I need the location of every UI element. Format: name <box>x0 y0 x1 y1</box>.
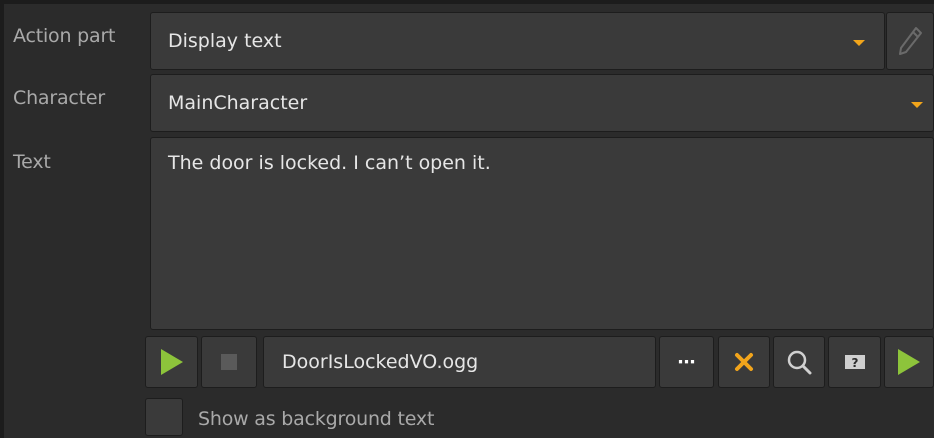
action-part-value: Display text <box>168 30 282 52</box>
play-icon <box>898 349 920 375</box>
stop-voice-button[interactable] <box>201 336 257 388</box>
close-icon <box>735 353 753 371</box>
background-text-checkbox[interactable] <box>145 398 183 436</box>
play-preview-button[interactable] <box>884 336 934 388</box>
search-icon <box>787 350 812 375</box>
caret-down-icon <box>911 102 923 108</box>
browse-ellipsis: ⋯ <box>677 351 696 373</box>
character-label: Character <box>13 87 106 109</box>
help-button[interactable]: ? <box>828 336 881 388</box>
clear-file-button[interactable] <box>718 336 770 388</box>
character-value: MainCharacter <box>168 92 308 114</box>
voice-file-field[interactable]: DoorIsLockedVO.ogg <box>263 336 656 388</box>
stop-icon <box>221 354 237 370</box>
action-part-dropdown[interactable]: Display text <box>150 12 885 70</box>
character-dropdown[interactable]: MainCharacter <box>150 74 934 132</box>
background-text-label[interactable]: Show as background text <box>198 408 434 430</box>
play-icon <box>160 349 183 375</box>
edit-action-button[interactable] <box>886 12 934 70</box>
locate-file-button[interactable] <box>773 336 825 388</box>
text-area[interactable]: The door is locked. I can’t open it. <box>150 137 934 330</box>
action-part-label: Action part <box>13 25 116 47</box>
caret-down-icon <box>853 40 865 46</box>
text-value: The door is locked. I can’t open it. <box>168 152 491 174</box>
text-label: Text <box>13 151 51 173</box>
help-icon: ? <box>844 355 865 370</box>
pencil-icon <box>899 27 922 55</box>
browse-file-button[interactable]: ⋯ <box>659 336 714 388</box>
play-voice-button[interactable] <box>145 336 198 388</box>
voice-file-value: DoorIsLockedVO.ogg <box>282 351 479 373</box>
svg-text:?: ? <box>851 356 858 370</box>
